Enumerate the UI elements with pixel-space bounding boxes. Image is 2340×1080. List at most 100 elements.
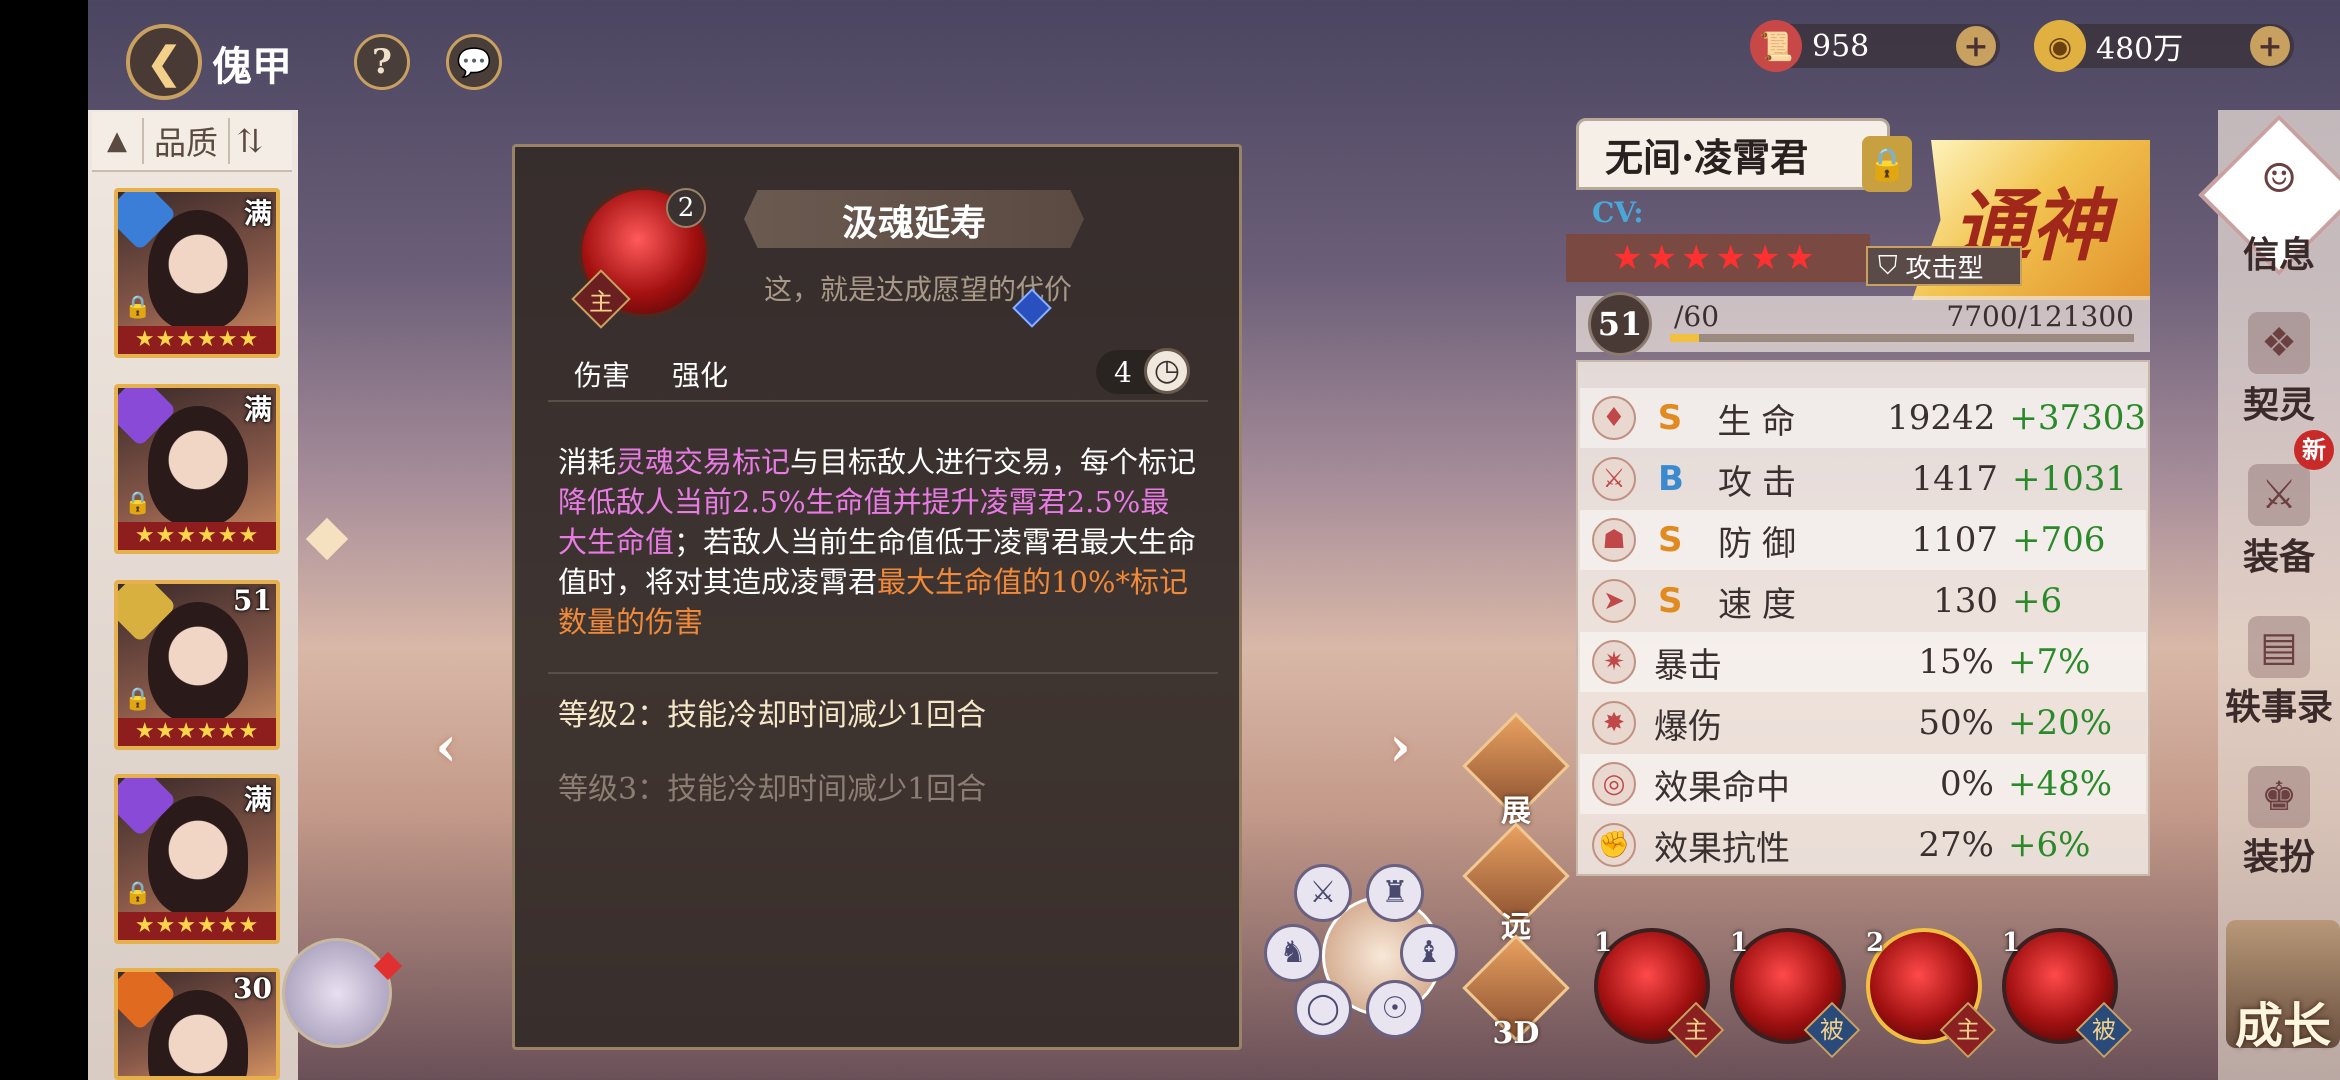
hero-card-badge: 满 [243,393,272,426]
stat-row[interactable]: ✷ 暴击 15% +7% [1580,632,2146,692]
help-button[interactable]: ? [354,34,410,90]
skill-orb-tag-label: 被 [2092,1016,2116,1044]
expand-diamond-icon[interactable] [305,517,349,561]
stat-bonus: +48% [2008,764,2113,804]
stat-name: 暴击 [1654,645,1722,686]
lock-icon[interactable]: 🔒 [1862,136,1912,192]
sidebar-item-contract[interactable]: 契灵 [2218,376,2340,428]
desc-text: 与目标敌人进行交易，每个标记 [790,445,1197,479]
skill-level-badge: 2 [666,188,706,228]
hero-card-stars: ★★★★★★ [118,326,276,354]
mask-icon[interactable]: ☉ [1366,980,1424,1038]
stat-icon: ◎ [1592,762,1636,806]
hero-list-header: ▲ 品质 ⇅ [92,112,292,172]
view3d-label[interactable]: 3D [1476,1016,1556,1051]
stat-value: 0% [1940,764,1994,804]
exp-track [1670,334,2134,342]
sidebar-item-info[interactable]: 信息 [2218,226,2340,278]
hero-card[interactable]: 满 🔒 ★★★★★★ [114,384,280,554]
next-hero-arrow[interactable]: › [1370,716,1430,776]
sidebar-item-anecdote[interactable]: 轶事录 [2218,678,2340,730]
stat-bonus: +7% [2008,642,2091,682]
hero-card-badge: 51 [233,584,272,617]
stat-value: 50% [1918,703,1994,743]
stat-name: 爆伤 [1654,706,1722,747]
divider [548,400,1208,402]
hero-portrait [148,602,248,722]
page-title: 傀甲 [212,43,292,90]
sidebar-item-outfit[interactable]: 装扮 [2218,828,2340,880]
stat-row[interactable]: ✸ 爆伤 50% +20% [1580,693,2146,753]
prev-hero-arrow[interactable]: ‹ [416,716,476,776]
armor-icon[interactable]: ♜ [1366,864,1424,922]
sort-toggle-button[interactable]: ⇅ [230,122,270,160]
hero-card[interactable]: 30 [114,968,280,1080]
hero-type-tag: ⛉ 攻击型 [1866,246,2022,286]
ring-icon[interactable]: ◯ [1294,980,1352,1038]
stat-grade: B [1658,459,1684,499]
skill-orb-tag-label: 主 [1684,1016,1708,1044]
hero-card-badge: 满 [243,197,272,230]
sort-arrow-button[interactable]: ▲ [92,126,142,156]
stat-value: 27% [1918,825,1994,865]
coin-currency: ◉ 480万 + [2034,20,2294,72]
back-button[interactable]: ❮ [126,24,202,100]
stat-name: 速度 [1718,584,1806,625]
stat-icon: ⚔ [1592,457,1636,501]
stat-row[interactable]: ⚔ B 攻击 1417 +1031 [1580,449,2146,509]
hero-portrait [148,406,248,526]
stat-value: 19242 [1887,398,1996,438]
skill-orb-level: 1 [1729,928,1749,958]
stat-icon: ✷ [1592,640,1636,684]
lock-icon: 🔒 [124,295,152,320]
cv-label[interactable]: CV: [1592,196,1644,229]
chat-button[interactable]: 💬 [446,34,502,90]
skill-orb-level: 2 [1865,928,1885,958]
attack-type-icon: ⛉ [1878,250,1898,281]
hero-card-stars: ★★★★★★ [118,912,276,940]
back-arrow-icon: ❮ [146,37,182,87]
exp-text: 7700/121300 [1946,300,2134,333]
stat-row[interactable]: ◎ 效果命中 0% +48% [1580,754,2146,814]
add-coin-button[interactable]: + [2250,26,2290,66]
cloak-icon[interactable]: ♞ [1264,924,1322,982]
stat-icon: ✊ [1592,823,1636,867]
stat-bonus: +6% [2008,825,2091,865]
stat-bonus: +37303 [2009,398,2146,438]
boots-icon[interactable]: ♝ [1400,924,1458,982]
skill-name: 汲魂延寿 [841,202,986,244]
scroll-value: 958 [1812,28,1870,64]
chibi-avatar[interactable] [282,938,392,1048]
stat-name: 效果抗性 [1654,828,1790,869]
hero-card-badge: 30 [233,972,272,1005]
clock-icon: ◷ [1144,348,1190,394]
stat-row[interactable]: ➤ S 速度 130 +6 [1580,571,2146,631]
hero-card-stars: ★★★★★★ [118,718,276,746]
skill-level2-text: 等级2：技能冷却时间减少1回合 [558,698,987,733]
anecdote-icon: ▤ [2248,616,2310,678]
stat-row[interactable]: ✊ 效果抗性 27% +6% [1580,815,2146,875]
stat-bonus: +1031 [2012,459,2128,499]
hero-portrait [148,210,248,330]
hero-card[interactable]: 满 🔒 ★★★★★★ [114,774,280,944]
lock-icon: 🔒 [124,491,152,516]
sword-icon[interactable]: ⚔ [1294,864,1352,922]
sidebar-item-equip[interactable]: 装备 [2218,528,2340,580]
stat-row[interactable]: ♦ S 生命 19242 +37303 [1580,388,2146,448]
stat-icon: ☗ [1592,518,1636,562]
skill-description: 消耗灵魂交易标记与目标敌人进行交易，每个标记降低敌人当前2.5%生命值并提升凌霄… [558,442,1198,642]
stat-grade: S [1658,581,1683,621]
desc-text: 消耗 [558,445,617,479]
grow-button[interactable]: 成长 [2226,920,2340,1054]
skill-type-label: 主 [589,288,613,316]
quality-filter-button[interactable]: 品质 [142,118,231,164]
contract-icon: ❖ [2248,312,2310,374]
equip-icon: ⚔ [2248,464,2310,526]
stat-name: 攻击 [1718,462,1806,503]
stat-row[interactable]: ☗ S 防御 1107 +706 [1580,510,2146,570]
add-scroll-button[interactable]: + [1956,26,1996,66]
hero-card[interactable]: 满 🔒 ★★★★★★ [114,188,280,358]
stat-bonus: +20% [2008,703,2113,743]
hero-card[interactable]: 51 🔒 ★★★★★★ [114,580,280,750]
divider [548,672,1218,674]
